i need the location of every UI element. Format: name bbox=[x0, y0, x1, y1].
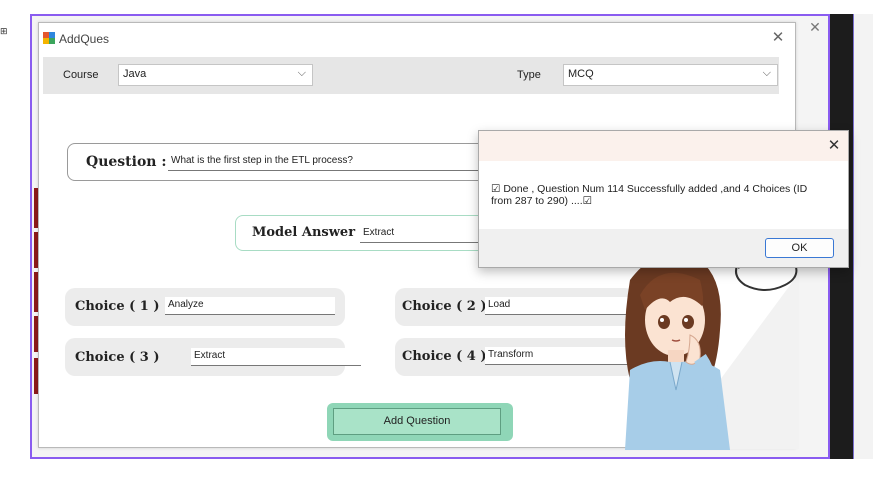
model-answer-label: Model Answer bbox=[252, 225, 356, 240]
course-select[interactable]: Java ⌵ bbox=[118, 64, 313, 86]
ok-button[interactable]: OK bbox=[765, 238, 834, 258]
message-dialog: ✕ ☑ Done , Question Num 114 Successfully… bbox=[478, 130, 849, 268]
choice-1-panel: Choice ( 1 ) Analyze bbox=[65, 288, 345, 326]
anime-character-illustration bbox=[625, 245, 798, 450]
choice-2-label: Choice ( 2 ) bbox=[402, 299, 487, 314]
type-select[interactable]: MCQ ⌵ bbox=[563, 64, 778, 86]
model-answer-panel: Model Answer Extract bbox=[235, 215, 495, 251]
chevron-down-icon: ⌵ bbox=[297, 67, 306, 79]
type-label: Type bbox=[517, 69, 541, 81]
add-question-button[interactable]: Add Question bbox=[333, 408, 501, 435]
background-app-icon: ⊞ bbox=[0, 26, 8, 36]
course-type-bar: Course Java ⌵ Type MCQ ⌵ bbox=[43, 57, 779, 94]
course-select-value: Java bbox=[123, 68, 147, 80]
type-select-value: MCQ bbox=[568, 68, 594, 80]
choice-4-label: Choice ( 4 ) bbox=[402, 349, 487, 364]
question-panel: Question : What is the first step in the… bbox=[67, 143, 497, 181]
app-icon bbox=[43, 32, 55, 44]
chevron-down-icon: ⌵ bbox=[762, 67, 771, 79]
background-close-icon[interactable]: ✕ bbox=[806, 18, 824, 36]
course-label: Course bbox=[63, 69, 99, 81]
question-input[interactable]: What is the first step in the ETL proces… bbox=[168, 153, 488, 171]
model-answer-input[interactable]: Extract bbox=[360, 225, 490, 243]
choice-3-label: Choice ( 3 ) bbox=[75, 350, 160, 365]
question-label: Question : bbox=[86, 154, 167, 170]
close-icon[interactable]: ✕ bbox=[770, 30, 786, 46]
choice-1-label: Choice ( 1 ) bbox=[75, 299, 160, 314]
message-dialog-footer: OK bbox=[479, 229, 848, 267]
add-question-button-frame: Add Question bbox=[327, 403, 513, 441]
message-dialog-titlebar: ✕ bbox=[479, 131, 848, 161]
choice-1-input[interactable]: Analyze bbox=[165, 297, 335, 315]
background-right-strip bbox=[854, 14, 873, 459]
close-icon[interactable]: ✕ bbox=[825, 137, 843, 155]
message-text: ☑ Done , Question Num 114 Successfully a… bbox=[491, 183, 808, 207]
choice-3-panel: Choice ( 3 ) Extract bbox=[65, 338, 361, 376]
choice-3-input[interactable]: Extract bbox=[191, 348, 361, 366]
window-title: AddQues bbox=[59, 32, 110, 46]
